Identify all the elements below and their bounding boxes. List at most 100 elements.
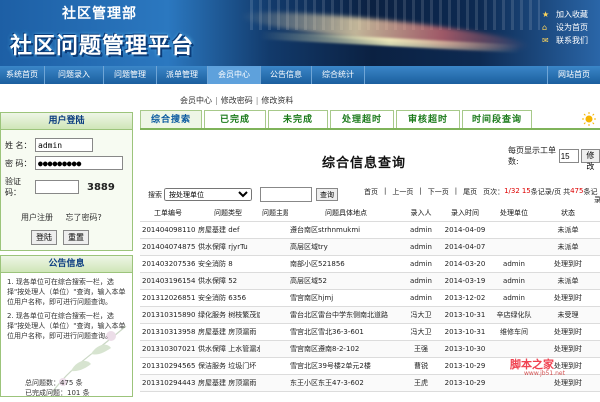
cell-entry-time: 2014-04-09 [438, 221, 492, 239]
reset-button[interactable]: 重置 [63, 230, 89, 245]
cell-status[interactable]: 处理到时 [536, 289, 600, 307]
nav-item-dispatch-management[interactable]: 派单管理 [157, 66, 208, 84]
tab-completed[interactable]: 已完成 [204, 110, 266, 129]
column-header-issue-type[interactable]: 问题类型 [196, 205, 260, 222]
subnav-member-center[interactable]: 会员中心 [180, 96, 212, 105]
table-header-row: 工单编号 问题类型 问题主题 问题具体地点 录入人 录入时间 处理单位 状态 [140, 205, 600, 222]
set-homepage-link[interactable]: ⌂ 设为首页 [542, 21, 588, 34]
add-favorite-label: 加入收藏 [556, 10, 588, 19]
table-row[interactable]: 201403207536 安全消防 8 南部小区521856 admin 2014-03… [140, 255, 600, 273]
column-header-entry-time[interactable]: 录入时间 [438, 205, 492, 222]
cell-ticket-no: 201312026851 [140, 289, 196, 307]
nav-item-statistics[interactable]: 综合统计 [312, 66, 365, 84]
subnav-change-password[interactable]: 修改密码 [221, 96, 253, 105]
page-size-modify-button[interactable]: 修改 [580, 149, 600, 171]
cell-location: 雷台北区雷台中学东侧南北道路 [288, 306, 404, 324]
sidebar: 用户登陆 姓 名： 密 码： 验证码： 3889 用户注册 忘了密码? 登陆 重… [0, 112, 133, 402]
search-input[interactable] [260, 187, 312, 202]
subnav-separator: | [255, 96, 259, 105]
page-size-input[interactable] [558, 149, 579, 163]
table-row[interactable]: 201312026851 安全消防 6356 雪宫南区hjmj admin 2013-1… [140, 289, 600, 307]
cell-issue-subject [260, 306, 288, 324]
contact-us-link[interactable]: ✉ 联系我们 [542, 34, 588, 47]
cell-location: 东王小区东王47-3-602 [288, 374, 404, 392]
cell-ticket-no: 201403196154 [140, 272, 196, 290]
nav-item-home[interactable]: 系统首页 [0, 66, 45, 84]
password-input[interactable] [35, 156, 123, 170]
captcha-input[interactable] [35, 180, 79, 194]
tab-comprehensive-search[interactable]: 综合搜索 [140, 110, 202, 129]
nav-item-issue-entry[interactable]: 问题录入 [45, 66, 104, 84]
cell-status[interactable]: 处理到时 [536, 255, 600, 273]
subnav-edit-profile[interactable]: 修改资料 [261, 96, 293, 105]
cell-location: 高层区域try [288, 238, 404, 256]
column-header-location[interactable]: 问题具体地点 [288, 205, 404, 222]
tab-underline [140, 128, 600, 130]
username-input[interactable] [35, 138, 93, 152]
nav-item-website-home[interactable]: 网站首页 [547, 66, 600, 84]
nav-item-issue-management[interactable]: 问题管理 [104, 66, 157, 84]
page-title: 综合信息查询 [322, 156, 407, 171]
captcha-image[interactable]: 3889 [87, 182, 115, 193]
login-buttons: 登陆 重置 [31, 230, 89, 245]
table-row[interactable]: 201310307021 供水保障 上水管漏水 雪宫南区遵南8-2-102 王强 201… [140, 340, 600, 358]
login-panel-title: 用户登陆 [0, 112, 133, 130]
pager-next[interactable]: 下一页 [428, 187, 449, 197]
notice-paragraph: 1. 现各单位可在综合搜索一栏，选择"按处理人（单位）"查询，输入本单位用户名称… [7, 278, 126, 306]
pager-prev[interactable]: 上一页 [392, 187, 413, 197]
table-row[interactable]: 201310313958 房屋基建 房顶漏雨 雪宫北区雪北36-3-601 冯大卫 20… [140, 323, 600, 341]
page-size-control: 每页显示工单数: 修改 [508, 145, 600, 171]
cell-status[interactable]: 处理到时 [536, 374, 600, 392]
table-row[interactable]: 201310315890绿化服务 树枝繁茂遮挡路灯 雷台北区雷台中学东侧南北道路冯… [140, 306, 600, 324]
table-row[interactable]: 201403196154 供水保障 52 高层区域52 admin 2014-03-19… [140, 272, 600, 290]
site-subtitle: 社区管理部 [62, 6, 137, 22]
search-button[interactable]: 查询 [316, 188, 338, 201]
cell-status[interactable]: 未派单 [536, 238, 600, 256]
pager-last[interactable]: 尾页 [463, 187, 477, 197]
cell-status[interactable]: 处理到时 [536, 323, 600, 341]
column-header-status[interactable]: 状态 [536, 205, 600, 222]
cell-handler-unit [492, 238, 536, 256]
tab-time-range-query[interactable]: 时间段查询 [462, 110, 532, 129]
add-favorite-link[interactable]: ★ 加入收藏 [542, 8, 588, 21]
nav-item-announcements[interactable]: 公告信息 [261, 66, 312, 84]
nav-item-member-center[interactable]: 会员中心 [208, 66, 261, 84]
cell-issue-subject [260, 357, 288, 375]
pager-separator: | [454, 187, 458, 195]
cell-status[interactable]: 处理到时 [536, 340, 600, 358]
cell-entered-by: 冯大卫 [404, 323, 438, 341]
set-homepage-label: 设为首页 [556, 23, 588, 32]
register-link[interactable]: 用户注册 [21, 213, 53, 222]
column-header-entered-by[interactable]: 录入人 [404, 205, 438, 222]
cell-status[interactable]: 未派单 [536, 272, 600, 290]
table-row[interactable]: 201404074875 供水保障 rjyrTu 高层区域try admin 2014-… [140, 238, 600, 256]
tab-processing-timeout[interactable]: 处理超时 [330, 110, 394, 129]
column-header-issue-subject[interactable]: 问题主题 [260, 205, 288, 222]
search-label: 搜索 [148, 190, 162, 199]
table-row[interactable]: 201310294443 房屋基建 房顶漏雨 东王小区东王47-3-602 王虎 201… [140, 374, 600, 392]
cell-handler-unit: 辛店绿化队 [492, 306, 536, 324]
pager-first[interactable]: 首页 [364, 187, 378, 197]
cell-issue-subject [260, 289, 288, 307]
cell-entered-by: admin [404, 272, 438, 290]
cell-status[interactable]: 未派单 [536, 221, 600, 239]
tab-review-timeout[interactable]: 审核超时 [396, 110, 460, 129]
column-header-ticket-no[interactable]: 工单编号 [140, 205, 196, 222]
cell-location: 高层区域52 [288, 272, 404, 290]
pager-records-wrap: 录 [594, 196, 600, 204]
main-nav: 系统首页 问题录入 问题管理 派单管理 会员中心 公告信息 综合统计 网站首页 [0, 66, 600, 84]
login-button[interactable]: 登陆 [31, 230, 57, 245]
cell-ticket-no: 201403207536 [140, 255, 196, 273]
cell-ticket-no: 201310294565 [140, 357, 196, 375]
column-header-handler-unit[interactable]: 处理单位 [492, 205, 536, 222]
tab-incomplete[interactable]: 未完成 [268, 110, 328, 129]
cell-location: 雪宫南区hjmj [288, 289, 404, 307]
cell-handler-unit: admin [492, 272, 536, 290]
forgot-password-link[interactable]: 忘了密码? [66, 213, 102, 222]
table-row[interactable]: 201404098110 房屋基建 def 遵台南区strhnmukmi admin 2… [140, 221, 600, 239]
cell-issue-type: 房屋基建 房顶漏雨 [196, 374, 260, 392]
search-type-select[interactable]: 按处理单位 [164, 188, 252, 201]
cell-status[interactable]: 未受理 [536, 306, 600, 324]
header-banner: 社区管理部 社区问题管理平台 ★ 加入收藏 ⌂ 设为首页 ✉ 联系我们 [0, 0, 600, 66]
captcha-label: 验证码： [5, 177, 21, 197]
